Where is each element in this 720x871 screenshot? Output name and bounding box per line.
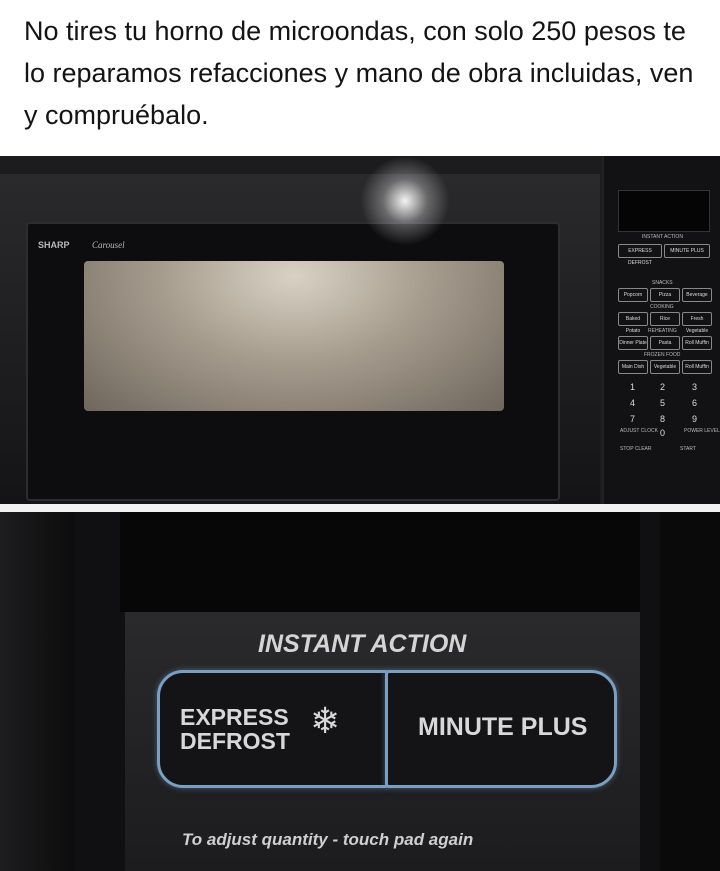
panel-roll-muffin-button[interactable]: Roll Muffin [682,336,712,350]
microwave-photo[interactable]: SHARP Carousel INSTANT ACTION EXPRESS DE… [0,156,720,504]
panel-express-defrost-button[interactable]: EXPRESS DEFROST [618,244,662,266]
key-8[interactable]: 8 [660,414,665,424]
panel-popcorn-button[interactable]: Popcorn [618,288,648,302]
adjust-quantity-hint: To adjust quantity - touch pad again [182,830,474,849]
control-panel: INSTANT ACTION EXPRESS DEFROST MINUTE PL… [602,156,720,504]
panel-fresh-vegetable-button[interactable]: Fresh Vegetable [682,312,712,334]
light-flare [360,156,450,246]
express-defrost-button[interactable]: EXPRESS DEFROST ❄ [157,670,389,788]
minute-plus-button[interactable]: MINUTE PLUS [385,670,617,788]
instant-action-label: INSTANT ACTION [258,630,467,658]
express-line-2: DEFROST [180,728,290,754]
display-screen [618,190,710,232]
key-0[interactable]: 0 [660,428,665,438]
brand-logo: SHARP [38,240,70,250]
key-9[interactable]: 9 [692,414,697,424]
key-5[interactable]: 5 [660,398,665,408]
panel-row-label-cooking: COOKING [650,304,674,310]
panel-roll-muffin-button-2[interactable]: Roll Muffin [682,360,712,374]
adjust-clock-key[interactable]: ADJUST CLOCK [620,428,658,434]
panel-dinner-plate-button[interactable]: Dinner Plate [618,336,648,350]
panel-vegetable-button[interactable]: Vegetable [650,360,680,374]
stop-clear-key[interactable]: STOP CLEAR [620,446,652,452]
panel-minute-plus-button[interactable]: MINUTE PLUS [664,244,710,258]
key-4[interactable]: 4 [630,398,635,408]
door-frame-right [660,512,720,871]
panel-pasta-button[interactable]: Pasta [650,336,680,350]
key-7[interactable]: 7 [630,414,635,424]
power-level-key[interactable]: POWER LEVEL [684,428,720,434]
minute-plus-label: MINUTE PLUS [418,713,588,741]
express-line-1: EXPRESS [180,704,289,730]
panel-instant-action-label: INSTANT ACTION [642,234,683,240]
panel-main-dish-button[interactable]: Main Dish [618,360,648,374]
panel-beverage-button[interactable]: Beverage [682,288,712,302]
express-defrost-label: EXPRESS DEFROST [180,705,310,753]
key-6[interactable]: 6 [692,398,697,408]
door-frame-left [0,512,75,871]
microwave-window [84,261,504,411]
start-key[interactable]: START [680,446,696,452]
panel-row-label-frozen-food: FROZEN FOOD [644,352,681,358]
key-1[interactable]: 1 [630,382,635,392]
brand-model: Carousel [92,240,125,250]
key-2[interactable]: 2 [660,382,665,392]
key-3[interactable]: 3 [692,382,697,392]
panel-row-label-snacks: SNACKS [652,280,673,286]
display-window [120,512,640,612]
panel-baked-potato-button[interactable]: Baked Potato [618,312,648,334]
panel-pizza-button[interactable]: Pizza [650,288,680,302]
snowflake-icon: ❄ [310,701,341,742]
panel-row-label-reheating: REHEATING [648,328,677,334]
panel-rice-button[interactable]: Rice [650,312,680,326]
post-caption: No tires tu horno de microondas, con sol… [24,16,694,130]
photo-divider [0,504,720,512]
